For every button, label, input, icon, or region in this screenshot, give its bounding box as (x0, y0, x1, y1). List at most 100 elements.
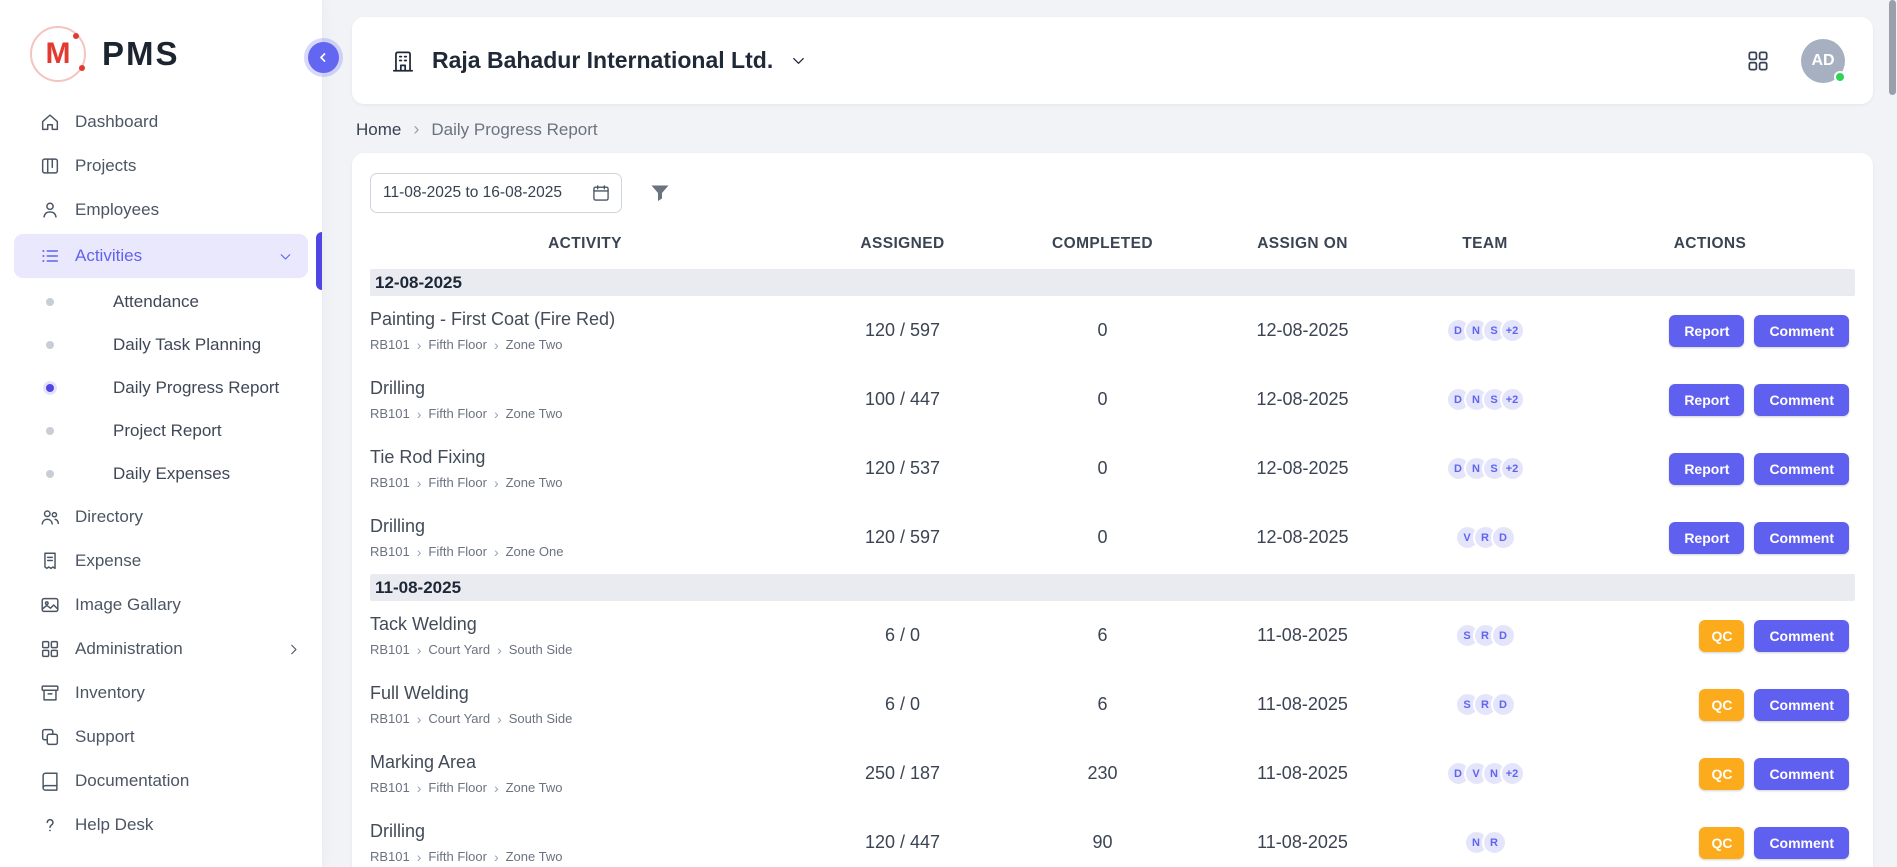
assigned-value: 6 / 0 (800, 694, 1005, 715)
sidebar-item-image-gallery[interactable]: Image Gallary (0, 583, 322, 627)
column-header-actions: ACTIONS (1565, 235, 1855, 253)
chevron-right-icon: › (417, 781, 422, 795)
chevron-down-icon (789, 51, 808, 70)
sidebar-item-support[interactable]: Support (0, 715, 322, 759)
team-avatar: D (1491, 525, 1516, 550)
team-avatars: D N S +2 (1405, 456, 1565, 481)
sidebar-item-directory[interactable]: Directory (0, 495, 322, 539)
report-card: ACTIVITY ASSIGNED COMPLETED ASSIGN ON TE… (352, 153, 1873, 867)
chevron-right-icon: › (494, 850, 499, 864)
path-project: RB101 (370, 849, 410, 864)
table-row: Tie Rod Fixing RB101› Fifth Floor› Zone … (370, 434, 1855, 503)
report-button[interactable]: Report (1669, 522, 1744, 554)
bullet-icon (46, 341, 54, 349)
assigned-value: 6 / 0 (800, 625, 1005, 646)
assign-on-value: 11-08-2025 (1200, 694, 1405, 715)
comment-button[interactable]: Comment (1754, 827, 1849, 859)
header-actions: AD (1745, 39, 1845, 83)
sidebar-subitem-label: Project Report (113, 421, 222, 441)
sidebar: M PMS Dashboard Projects Employees Activ… (0, 0, 323, 867)
date-range-input[interactable] (383, 184, 583, 202)
sidebar-item-daily-expenses[interactable]: Daily Expenses (0, 452, 322, 495)
page-scrollbar-thumb[interactable] (1889, 0, 1896, 95)
sidebar-item-daily-task-planning[interactable]: Daily Task Planning (0, 323, 322, 366)
sidebar-item-inventory[interactable]: Inventory (0, 671, 322, 715)
sidebar-item-employees[interactable]: Employees (0, 188, 322, 232)
comment-button[interactable]: Comment (1754, 620, 1849, 652)
report-button[interactable]: Report (1669, 453, 1744, 485)
sidebar-item-documentation[interactable]: Documentation (0, 759, 322, 803)
sidebar-item-administration[interactable]: Administration (0, 627, 322, 671)
apps-grid-icon[interactable] (1745, 48, 1771, 74)
team-avatars: V R D (1405, 525, 1565, 550)
assign-on-value: 12-08-2025 (1200, 320, 1405, 341)
assigned-value: 250 / 187 (800, 763, 1005, 784)
breadcrumb-home-link[interactable]: Home (356, 120, 401, 140)
sidebar-item-label: Directory (75, 507, 143, 527)
path-zone: South Side (509, 711, 573, 726)
app-logo: M PMS (0, 0, 322, 82)
path-floor: Fifth Floor (428, 406, 487, 421)
sidebar-item-activities[interactable]: Activities (14, 234, 308, 278)
comment-button[interactable]: Comment (1754, 758, 1849, 790)
date-range-field[interactable] (370, 173, 622, 213)
sidebar-item-projects[interactable]: Projects (0, 144, 322, 188)
chevron-right-icon: › (417, 850, 422, 864)
qc-button[interactable]: QC (1699, 758, 1744, 790)
chevron-right-icon: › (417, 407, 422, 421)
comment-button[interactable]: Comment (1754, 689, 1849, 721)
sidebar-item-project-report[interactable]: Project Report (0, 409, 322, 452)
filter-funnel-icon[interactable] (648, 181, 672, 205)
sidebar-item-daily-progress-report[interactable]: Daily Progress Report (0, 366, 322, 409)
sidebar-item-help-desk[interactable]: Help Desk (0, 803, 322, 847)
activity-name: Full Welding (370, 683, 800, 704)
comment-button[interactable]: Comment (1754, 453, 1849, 485)
sidebar-collapse-button[interactable] (308, 42, 339, 73)
comment-button[interactable]: Comment (1754, 384, 1849, 416)
path-floor: Fifth Floor (428, 475, 487, 490)
table-row: Drilling RB101› Fifth Floor› Zone One 12… (370, 503, 1855, 572)
chevron-right-icon: › (494, 338, 499, 352)
sidebar-item-dashboard[interactable]: Dashboard (0, 100, 322, 144)
sidebar-item-attendance[interactable]: Attendance (0, 280, 322, 323)
path-project: RB101 (370, 711, 410, 726)
assigned-value: 120 / 447 (800, 832, 1005, 853)
path-floor: Fifth Floor (428, 544, 487, 559)
archive-box-icon (39, 682, 61, 704)
comment-button[interactable]: Comment (1754, 315, 1849, 347)
logo-letter: M (46, 39, 71, 69)
qc-button[interactable]: QC (1699, 620, 1744, 652)
avatar-initials: AD (1811, 52, 1834, 70)
completed-value: 6 (1005, 625, 1200, 646)
qc-button[interactable]: QC (1699, 827, 1744, 859)
home-icon (39, 111, 61, 133)
sidebar-item-expense[interactable]: Expense (0, 539, 322, 583)
company-selector[interactable]: Raja Bahadur International Ltd. (390, 47, 808, 74)
path-project: RB101 (370, 406, 410, 421)
comment-button[interactable]: Comment (1754, 522, 1849, 554)
chevron-right-icon (285, 641, 302, 658)
bullet-icon (46, 384, 54, 392)
assigned-value: 120 / 537 (800, 458, 1005, 479)
assigned-value: 120 / 597 (800, 527, 1005, 548)
assigned-value: 120 / 597 (800, 320, 1005, 341)
path-zone: Zone Two (506, 849, 563, 864)
path-zone: Zone One (506, 544, 564, 559)
report-button[interactable]: Report (1669, 315, 1744, 347)
qc-button[interactable]: QC (1699, 689, 1744, 721)
assign-on-value: 11-08-2025 (1200, 832, 1405, 853)
calendar-icon[interactable] (591, 183, 611, 203)
chevron-right-icon: › (417, 643, 422, 657)
completed-value: 230 (1005, 763, 1200, 784)
report-button[interactable]: Report (1669, 384, 1744, 416)
path-zone: Zone Two (506, 337, 563, 352)
online-status-dot (1834, 71, 1846, 83)
user-avatar[interactable]: AD (1801, 39, 1845, 83)
activity-name: Drilling (370, 378, 800, 399)
team-avatar: D (1491, 623, 1516, 648)
path-zone: Zone Two (506, 475, 563, 490)
team-avatar: D (1491, 692, 1516, 717)
chevron-right-icon: › (413, 119, 419, 140)
top-header: Raja Bahadur International Ltd. AD (352, 17, 1873, 104)
path-zone: Zone Two (506, 780, 563, 795)
